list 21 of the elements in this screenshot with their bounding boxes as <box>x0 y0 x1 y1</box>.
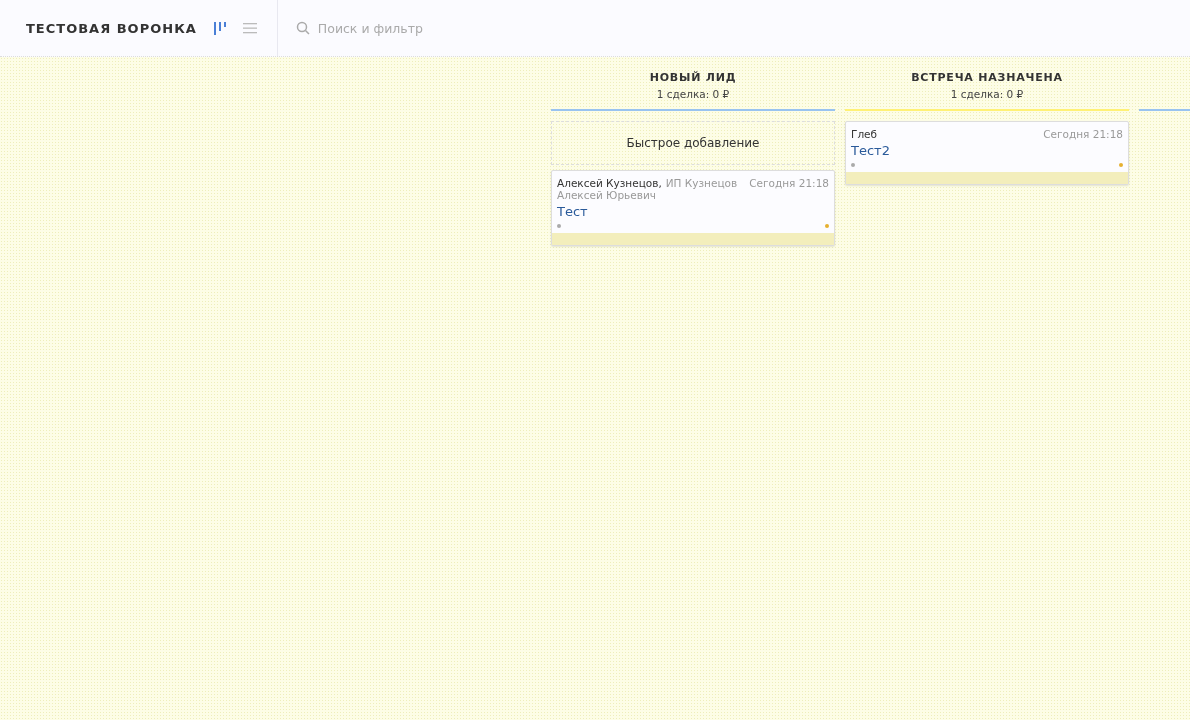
task-dot-icon <box>1119 163 1123 167</box>
status-dot-icon <box>557 224 561 228</box>
card-contact[interactable]: Глеб <box>851 128 882 140</box>
card-title[interactable]: Тест2 <box>846 140 1128 161</box>
status-dot-icon <box>851 163 855 167</box>
deal-card[interactable]: Алексей Кузнецов, ИП Кузнецов Алексей Юрьевич Сегодня 21:18 Тест <box>551 170 835 246</box>
column-title: ВСТРЕЧА НАЗНАЧЕНА <box>910 71 1064 84</box>
search-field[interactable]: Поиск и фильтр <box>315 19 520 37</box>
card-contact[interactable]: Алексей Кузнецов, ИП Кузнецов Алексей Юрьевич <box>557 177 742 201</box>
column-summary: 1 сделка: 0 ₽ <box>949 88 1025 100</box>
card-date: Сегодня 21:18 <box>749 177 829 191</box>
card-title[interactable]: Тест <box>552 201 834 222</box>
column-title: НОВЫЙ ЛИД <box>648 71 738 84</box>
kanban-view-icon[interactable] <box>212 20 227 36</box>
deal-card[interactable]: Глеб Сегодня 21:18 Тест2 <box>845 121 1129 185</box>
column-summary: 1 сделка: 0 ₽ <box>655 88 731 100</box>
card-date: Сегодня 21:18 <box>1043 128 1123 140</box>
quick-add-button[interactable]: Быстрое добавление <box>551 121 835 165</box>
task-dot-icon <box>825 224 829 228</box>
pipeline-title[interactable]: ТЕСТОВАЯ ВОРОНКА <box>26 20 197 36</box>
search-icon <box>295 21 310 35</box>
